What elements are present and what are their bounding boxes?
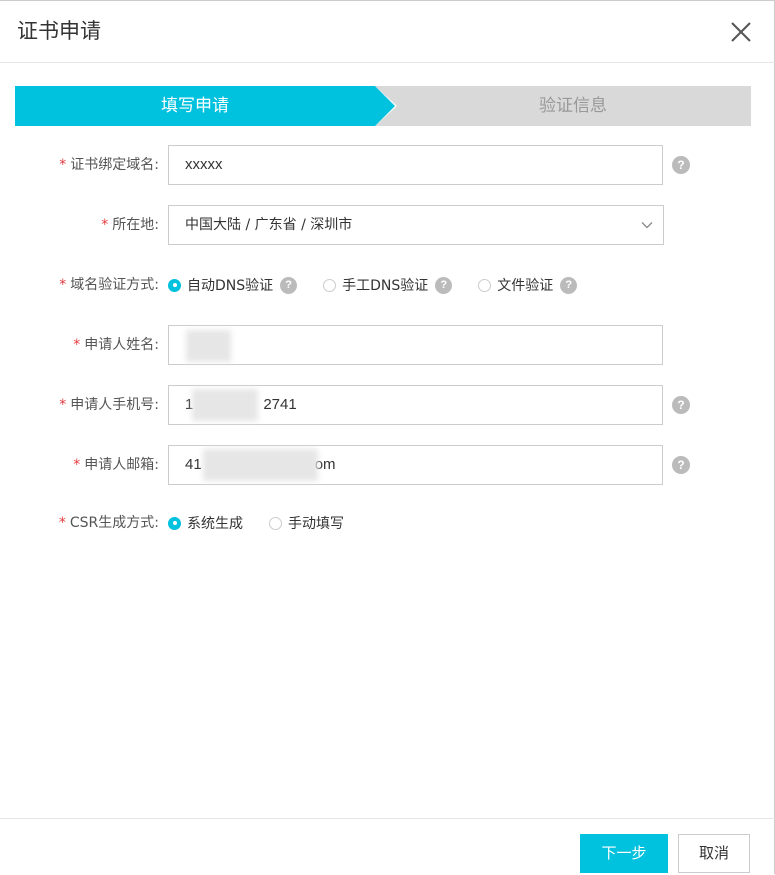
dialog-footer: 下一步 取消 — [0, 818, 775, 875]
step-verify-info: 验证信息 — [375, 86, 751, 126]
help-icon[interactable]: ? — [672, 396, 690, 414]
required-mark: * — [59, 397, 67, 413]
applicant-name-label: * 申请人姓名: — [73, 337, 159, 353]
location-label: * 所在地: — [101, 217, 159, 233]
step-progress: 验证信息 填写申请 — [15, 86, 751, 126]
help-icon[interactable]: ? — [672, 456, 690, 474]
help-icon[interactable]: ? — [560, 276, 578, 294]
dialog-title: 证书申请 — [17, 19, 101, 43]
dialog-header: 证书申请 — [0, 1, 775, 63]
radio-manual-fill[interactable]: 手动填写 — [269, 513, 344, 533]
redacted-block — [186, 330, 231, 362]
radio-label: 系统生成 — [187, 516, 243, 532]
required-mark: * — [101, 217, 109, 233]
csr-method-label: * CSR生成方式: — [58, 515, 159, 531]
domain-input[interactable]: xxxxx — [168, 145, 663, 185]
csr-method-group: 系统生成 手动填写 — [168, 503, 370, 543]
radio-indicator[interactable] — [168, 516, 181, 530]
applicant-email-label: * 申请人邮箱: — [73, 457, 159, 473]
radio-manual-dns[interactable]: 手工DNS验证 ? — [323, 275, 453, 295]
radio-label: 文件验证 — [497, 278, 554, 294]
radio-label: 自动DNS验证 — [187, 278, 274, 294]
required-mark: * — [59, 277, 67, 293]
radio-file-verify[interactable]: 文件验证 ? — [478, 275, 578, 295]
applicant-name-row: * 申请人姓名: — [0, 325, 775, 365]
location-row: * 所在地: 中国大陆 / 广东省 / 深圳市 — [0, 205, 775, 245]
radio-indicator[interactable] — [168, 278, 181, 292]
verify-method-group: 自动DNS验证 ? 手工DNS验证 ? 文件验证 ? — [168, 265, 603, 305]
applicant-phone-row: * 申请人手机号: 1 2741 ? — [0, 385, 775, 425]
step-fill-application: 填写申请 — [15, 86, 395, 126]
radio-indicator[interactable] — [478, 278, 492, 292]
certificate-dialog: 证书申请 验证信息 填写申请 * 证书绑定域名: xxxxx ? * 所在地: 中国… — [0, 0, 775, 874]
required-mark: * — [58, 515, 66, 531]
cancel-button[interactable]: 取消 — [678, 834, 750, 873]
location-value: 中国大陆 / 广东省 / 深圳市 — [185, 217, 353, 233]
applicant-email-row: * 申请人邮箱: 41 om ? — [0, 445, 775, 485]
redacted-block — [203, 449, 318, 481]
domain-label: * 证书绑定域名: — [59, 157, 159, 173]
location-select[interactable]: 中国大陆 / 广东省 / 深圳市 — [168, 205, 664, 245]
help-icon[interactable]: ? — [672, 156, 690, 174]
domain-row: * 证书绑定域名: xxxxx ? — [0, 145, 775, 185]
next-button[interactable]: 下一步 — [580, 834, 668, 873]
applicant-phone-label: * 申请人手机号: — [59, 397, 159, 413]
chevron-down-icon — [641, 222, 653, 229]
csr-method-row: * CSR生成方式: 系统生成 手动填写 — [0, 503, 775, 543]
required-mark: * — [59, 157, 67, 173]
verify-method-row: * 域名验证方式: 自动DNS验证 ? 手工DNS验证 ? 文件验证 ? — [0, 265, 775, 305]
radio-auto-dns[interactable]: 自动DNS验证 ? — [168, 275, 298, 295]
help-icon[interactable]: ? — [280, 276, 298, 294]
radio-indicator[interactable] — [269, 516, 282, 530]
radio-system-generate[interactable]: 系统生成 — [168, 513, 243, 533]
required-mark: * — [73, 457, 81, 473]
close-icon[interactable] — [730, 21, 752, 43]
verify-method-label: * 域名验证方式: — [59, 277, 159, 293]
radio-label: 手工DNS验证 — [342, 278, 429, 294]
redacted-block — [192, 389, 258, 421]
required-mark: * — [73, 337, 81, 353]
radio-indicator[interactable] — [323, 278, 337, 292]
help-icon[interactable]: ? — [435, 276, 453, 294]
applicant-name-input[interactable] — [168, 325, 663, 365]
radio-label: 手动填写 — [288, 516, 344, 532]
